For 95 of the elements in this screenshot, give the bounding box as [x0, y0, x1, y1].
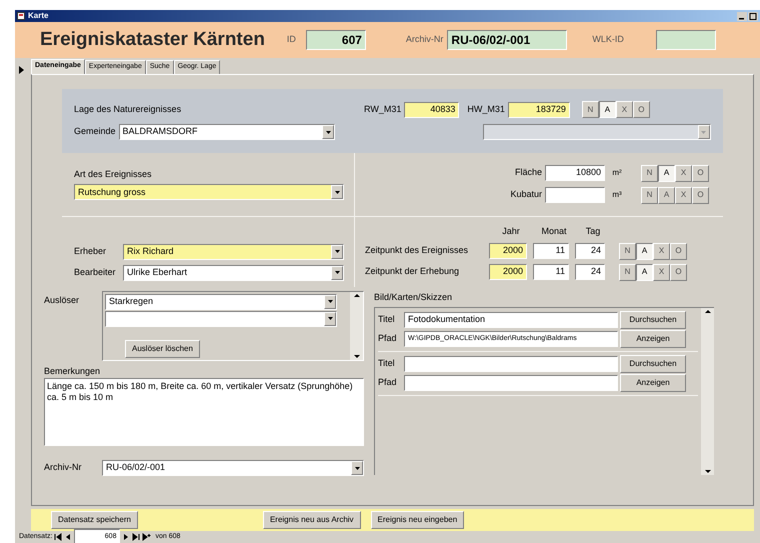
field-label: Zeitpunkt der Erhebung [365, 265, 460, 278]
minimize-icon [737, 12, 747, 20]
id-field[interactable]: 607 [306, 30, 366, 50]
field-label: Bemerkungen [44, 364, 102, 378]
unit-label: m³ [611, 189, 623, 202]
previous-record-icon [64, 533, 72, 541]
button[interactable]: Auslöser löschen [125, 340, 200, 358]
button[interactable]: Anzeigen [620, 374, 686, 392]
current-record-icon [19, 66, 24, 74]
toggle-button[interactable]: O [632, 101, 650, 118]
button[interactable]: Anzeigen [620, 330, 686, 348]
scroll-down-icon [704, 467, 712, 476]
toggle-button[interactable]: A [658, 164, 675, 182]
button[interactable]: Ereignis neu aus Archiv [262, 511, 361, 530]
wlk-id-field[interactable] [656, 30, 716, 50]
text-field[interactable]: 24 [575, 243, 605, 260]
toggle-button[interactable]: X [616, 101, 633, 118]
text-field[interactable]: 10800 [545, 165, 605, 182]
field-label: ID [286, 33, 296, 46]
field-label: Pfad [378, 332, 398, 346]
text-field[interactable]: 11 [533, 243, 569, 260]
toggle-button[interactable]: A [658, 186, 675, 204]
field-label: Bearbeiter [74, 266, 117, 279]
text-field[interactable]: 24 [575, 264, 605, 280]
field-label: Kubatur [510, 188, 542, 202]
field-label: HW_M31 [467, 102, 505, 116]
text-field[interactable]: 11 [533, 264, 569, 280]
toggle-button[interactable]: O [670, 242, 687, 260]
combo-box[interactable] [482, 124, 711, 140]
window-title: Karte [28, 10, 48, 22]
toggle-button[interactable]: X [653, 264, 670, 281]
text-field[interactable]: Fotodokumentation [404, 312, 618, 328]
column-header: Tag [584, 225, 602, 238]
toggle-button[interactable]: N [582, 101, 599, 118]
combo-box[interactable] [105, 310, 337, 327]
toggle-button[interactable]: N [619, 264, 636, 281]
maximize-icon [748, 12, 758, 20]
combo-box[interactable]: Ulrike Eberhart [123, 264, 344, 281]
toggle-button[interactable]: N [641, 186, 658, 204]
combo-box[interactable]: Starkregen [105, 294, 337, 310]
toggle-button[interactable]: A [636, 242, 653, 260]
text-field[interactable] [545, 187, 605, 204]
text-field[interactable]: 2000 [489, 243, 527, 260]
field-label: Gemeinde [74, 125, 116, 138]
toggle-button[interactable]: O [670, 264, 687, 281]
text-field[interactable] [404, 375, 618, 392]
toggle-button[interactable]: N [619, 242, 636, 260]
button[interactable]: Ereignis neu eingeben [370, 511, 464, 530]
field-label: Auslöser [44, 294, 80, 307]
field-label: RW_M31 [364, 102, 402, 116]
toggle-button[interactable]: X [675, 186, 692, 204]
field-label: Titel [378, 313, 396, 326]
field-label: Erheber [74, 244, 108, 258]
toggle-button[interactable]: A [598, 101, 616, 118]
field-label: Zeitpunkt des Ereignisses [365, 244, 470, 258]
combo-box[interactable]: BALDRAMSDORF [118, 124, 336, 140]
field-label: Fläche [514, 166, 542, 180]
form-icon [17, 12, 25, 20]
form-title: Ereigniskataster Kärnten [40, 28, 265, 52]
scrollbar[interactable] [701, 308, 714, 476]
field-label: Bild/Karten/Skizzen [374, 290, 454, 304]
combo-box[interactable]: Rix Richard [123, 244, 344, 260]
field-label: Pfad [378, 376, 398, 390]
combo-box[interactable]: RU-06/02/-001 [102, 460, 364, 476]
button[interactable]: Datensatz speichern [51, 511, 138, 530]
column-header: Jahr [501, 225, 521, 238]
toggle-button[interactable]: X [653, 242, 670, 260]
first-record-icon [54, 533, 62, 541]
field-label: Lage des Naturereignisses [74, 102, 182, 116]
column-header: Monat [540, 225, 568, 238]
toggle-button[interactable]: O [692, 186, 709, 204]
remarks-field[interactable]: Länge ca. 150 m bis 180 m, Breite ca. 60 m, vertikaler Versatz (Sprunghöhe) ca. 5 m bis 10 m [44, 378, 364, 446]
combo-box[interactable]: Rutschung gross [74, 184, 344, 200]
field-label: WLK-ID [592, 33, 624, 46]
button[interactable]: Durchsuchen [620, 311, 686, 330]
unit-label: m² [611, 167, 623, 180]
toggle-button[interactable]: X [675, 164, 692, 182]
new-record-icon [142, 533, 152, 541]
button[interactable]: Durchsuchen [620, 355, 686, 374]
text-field[interactable]: 183729 [508, 102, 570, 118]
field-label: Art des Ereignisses [74, 168, 153, 181]
field-label: Archiv-Nr [44, 461, 82, 474]
scroll-up-icon [352, 292, 360, 300]
field-label: Titel [378, 357, 396, 370]
text-field[interactable]: 2000 [489, 264, 527, 280]
scrollbar[interactable] [350, 292, 363, 360]
text-field[interactable]: 40833 [404, 102, 460, 118]
archive-number-field[interactable]: RU-06/02/-001 [447, 30, 568, 50]
toggle-button[interactable]: O [692, 164, 709, 182]
toggle-button[interactable]: A [636, 264, 653, 281]
field-label: Archiv-Nr [406, 33, 444, 46]
last-record-icon [132, 533, 140, 541]
next-record-icon [122, 533, 130, 541]
text-field[interactable] [404, 356, 618, 372]
toggle-button[interactable]: N [641, 164, 658, 182]
